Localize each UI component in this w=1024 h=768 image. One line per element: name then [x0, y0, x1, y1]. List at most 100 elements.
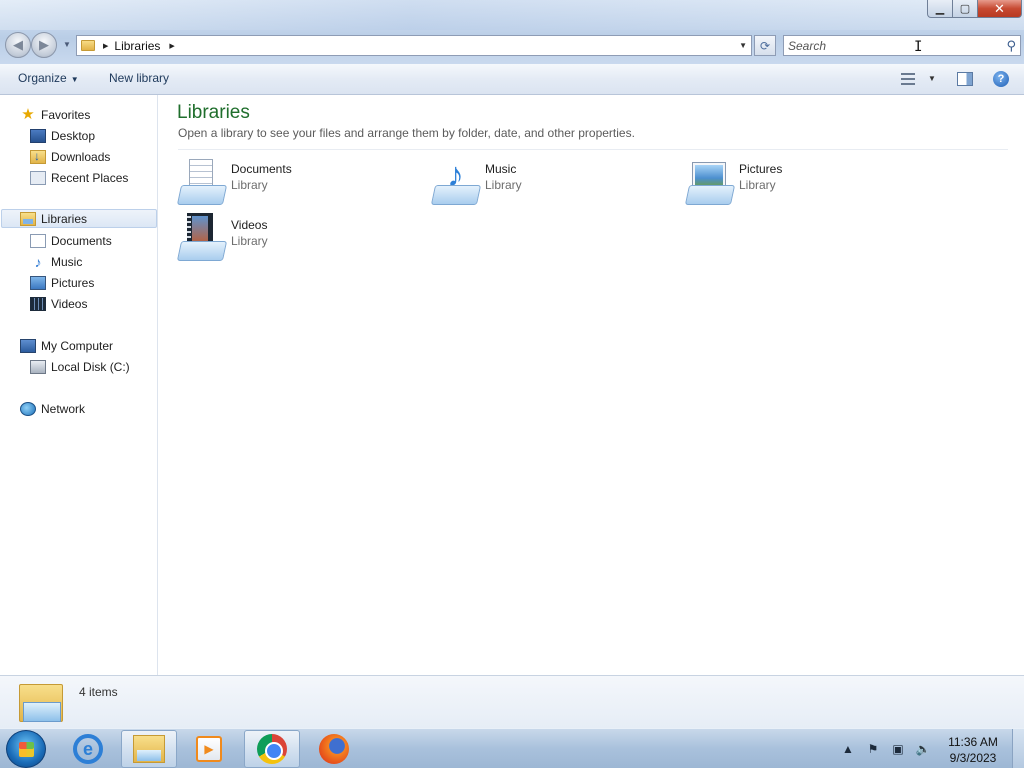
- back-arrow-icon: ◀: [13, 37, 23, 52]
- nav-libraries[interactable]: Libraries: [1, 209, 157, 228]
- nav-my-computer[interactable]: My Computer: [20, 336, 113, 355]
- nav-label: Desktop: [51, 128, 96, 143]
- library-type: Library: [485, 178, 522, 192]
- pictures-library-icon: [684, 157, 736, 205]
- library-name: Music: [485, 162, 517, 176]
- page-title: Libraries: [177, 102, 250, 123]
- recent-places-icon: [30, 170, 46, 185]
- nav-item-desktop[interactable]: Desktop: [30, 126, 95, 145]
- nav-label: Recent Places: [51, 170, 129, 185]
- breadcrumb-arrow-icon[interactable]: ▶: [103, 42, 108, 50]
- nav-item-recent-places[interactable]: Recent Places: [30, 168, 128, 187]
- view-options-dropdown[interactable]: ▼: [928, 74, 936, 83]
- pictures-icon: [30, 275, 46, 290]
- nav-item-pictures[interactable]: Pictures: [30, 273, 94, 292]
- star-icon: ★: [21, 105, 35, 123]
- preview-pane-icon[interactable]: [957, 72, 973, 86]
- nav-item-documents[interactable]: Documents: [30, 231, 112, 250]
- caption-buttons: ▁ ▢ ✕: [927, 0, 1022, 18]
- libraries-icon: [20, 211, 36, 226]
- forward-arrow-icon: ▶: [39, 37, 49, 52]
- network-icon: [20, 401, 36, 416]
- library-tile-videos[interactable]: Videos Library: [176, 213, 417, 263]
- library-name: Documents: [231, 162, 292, 176]
- nav-label: Videos: [51, 296, 88, 311]
- taskbar-media-player[interactable]: ▶: [181, 730, 237, 768]
- library-name: Pictures: [739, 162, 783, 176]
- navigation-buttons: ◀ ▶ ▼: [5, 31, 73, 59]
- recent-pages-dropdown[interactable]: ▼: [63, 40, 71, 49]
- new-library-button[interactable]: New library: [109, 71, 169, 85]
- videos-icon: [30, 296, 46, 311]
- nav-label: Documents: [51, 233, 112, 248]
- show-hidden-icons-icon[interactable]: ▲: [840, 741, 856, 757]
- music-library-icon: ♪: [430, 157, 482, 205]
- nav-label: Network: [41, 401, 86, 416]
- nav-label: My Computer: [41, 338, 114, 353]
- search-placeholder: Search: [788, 38, 827, 53]
- nav-item-videos[interactable]: Videos: [30, 294, 87, 313]
- volume-icon[interactable]: 🔈: [915, 741, 931, 757]
- taskbar: e ▶ ▲ ⚑ ▣ 🔈 11:36 AM 9/3/2023: [0, 728, 1024, 768]
- downloads-folder-icon: [30, 149, 46, 164]
- clock-date: 9/3/2023: [949, 751, 997, 765]
- back-button[interactable]: ◀: [5, 32, 31, 58]
- start-button[interactable]: [6, 730, 46, 768]
- help-icon[interactable]: ?: [993, 71, 1009, 87]
- nav-item-downloads[interactable]: Downloads: [30, 147, 110, 166]
- firefox-icon: [319, 734, 349, 764]
- network-status-icon[interactable]: ▣: [890, 741, 906, 757]
- library-type: Library: [231, 178, 268, 192]
- address-history-dropdown[interactable]: ▼: [739, 41, 747, 50]
- taskbar-firefox[interactable]: [306, 730, 362, 768]
- nav-label: Favorites: [41, 107, 91, 122]
- library-type: Library: [231, 234, 268, 248]
- refresh-button[interactable]: ⟳: [754, 35, 776, 56]
- windows-explorer-icon: [133, 735, 165, 763]
- disk-icon: [30, 359, 46, 374]
- organize-button[interactable]: Organize ▼: [18, 71, 79, 85]
- organize-label: Organize: [18, 71, 67, 85]
- breadcrumb-arrow-icon[interactable]: ▶: [169, 42, 174, 50]
- nav-favorites[interactable]: ★ Favorites: [20, 105, 90, 124]
- show-desktop-button[interactable]: [1012, 729, 1024, 768]
- nav-label: Pictures: [51, 275, 95, 290]
- media-player-icon: ▶: [196, 736, 222, 762]
- nav-network[interactable]: Network: [20, 399, 85, 418]
- navigation-pane: ★ Favorites Desktop Downloads Recent Pla…: [0, 95, 158, 675]
- desktop-icon: [30, 128, 46, 143]
- taskbar-windows-explorer[interactable]: [121, 730, 177, 768]
- taskbar-chrome[interactable]: [244, 730, 300, 768]
- close-button[interactable]: ✕: [978, 0, 1022, 18]
- page-subtitle: Open a library to see your files and arr…: [178, 126, 635, 140]
- nav-label: Music: [51, 254, 83, 269]
- search-input[interactable]: Search ⚲: [783, 35, 1021, 56]
- address-bar[interactable]: ▶ Libraries ▶ ▼: [76, 35, 752, 56]
- nav-label: Libraries: [41, 211, 88, 226]
- minimize-button[interactable]: ▁: [927, 0, 953, 18]
- library-name: Videos: [231, 218, 268, 232]
- nav-item-local-disk[interactable]: Local Disk (C:): [30, 357, 130, 376]
- search-icon[interactable]: ⚲: [1006, 38, 1016, 54]
- computer-icon: [20, 338, 36, 353]
- library-tile-music[interactable]: ♪ Music Library: [430, 157, 671, 207]
- action-center-icon[interactable]: ⚑: [865, 741, 881, 757]
- library-tile-pictures[interactable]: Pictures Library: [684, 157, 925, 207]
- clock[interactable]: 11:36 AM 9/3/2023: [940, 734, 1006, 766]
- chevron-down-icon: ▼: [70, 75, 79, 84]
- window-titlebar: ▁ ▢ ✕ ◀ ▶ ▼ ▶ Libraries ▶ ▼ ⟳ Search ⚲ I: [0, 0, 1024, 64]
- forward-button[interactable]: ▶: [31, 32, 57, 58]
- details-pane: 4 items: [0, 675, 1024, 728]
- system-tray: ▲ ⚑ ▣ 🔈: [840, 740, 940, 758]
- breadcrumb-libraries[interactable]: Libraries: [114, 39, 160, 53]
- documents-library-icon: [176, 157, 228, 205]
- taskbar-internet-explorer[interactable]: e: [60, 730, 116, 768]
- libraries-folder-icon: [81, 40, 95, 51]
- libraries-folder-icon: [19, 682, 63, 724]
- maximize-button[interactable]: ▢: [953, 0, 978, 18]
- nav-label: Local Disk (C:): [51, 359, 130, 374]
- change-view-icon[interactable]: [901, 72, 917, 86]
- nav-item-music[interactable]: ♪ Music: [30, 252, 83, 271]
- library-tile-documents[interactable]: Documents Library: [176, 157, 417, 207]
- music-icon: ♪: [34, 253, 42, 270]
